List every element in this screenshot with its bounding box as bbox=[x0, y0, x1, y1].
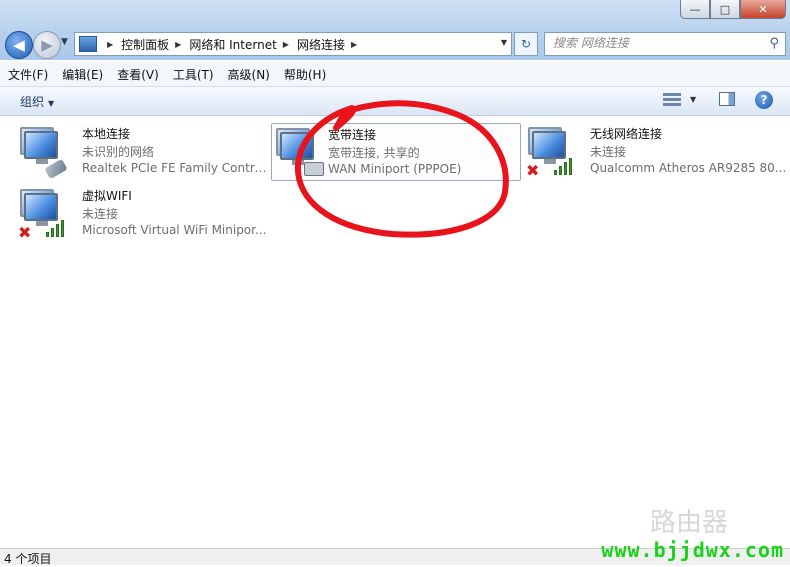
connection-status: 未识别的网络 bbox=[82, 145, 155, 159]
organize-label: 组织 bbox=[20, 95, 45, 109]
connection-status: 未连接 bbox=[590, 145, 627, 159]
change-view-button[interactable] bbox=[663, 92, 681, 108]
forward-button[interactable]: ▶ bbox=[33, 31, 61, 59]
arrow-right-icon: ▶ bbox=[41, 36, 53, 54]
connection-wireless[interactable]: ✖ 无线网络连接 未连接 Qualcomm Atheros AR9285 80.… bbox=[518, 123, 786, 181]
disconnected-x-icon: ✖ bbox=[18, 223, 32, 242]
navigation-bar: ◀ ▶ ▼ ▶ 控制面板 ▶ 网络和 Internet ▶ 网络连接 ▶ ▼ ↻… bbox=[0, 28, 790, 60]
signal-bars-icon bbox=[46, 219, 68, 237]
wireless-network-icon: ✖ bbox=[18, 189, 72, 242]
connection-name: 虚拟WIFI bbox=[82, 189, 132, 203]
preview-pane-button[interactable] bbox=[719, 92, 735, 106]
menu-view[interactable]: 查看(V) bbox=[111, 66, 165, 83]
maximize-button[interactable]: □ bbox=[710, 0, 740, 19]
broadband-icon bbox=[276, 128, 328, 178]
close-button[interactable]: ✕ bbox=[740, 0, 786, 19]
breadcrumb-network-internet[interactable]: 网络和 Internet bbox=[189, 36, 276, 53]
item-count: 4 个项目 bbox=[4, 552, 52, 566]
recent-pages-dropdown[interactable]: ▼ bbox=[61, 37, 68, 47]
menu-bar: 文件(F) 编辑(E) 查看(V) 工具(T) 高级(N) 帮助(H) bbox=[0, 62, 790, 87]
view-options-dropdown[interactable]: ▼ bbox=[690, 95, 696, 104]
connection-virtual-wifi[interactable]: ✖ 虚拟WIFI 未连接 Microsoft Virtual WiFi Mini… bbox=[10, 185, 266, 243]
chevron-right-icon: ▶ bbox=[107, 39, 114, 49]
connection-device: Realtek PCIe FE Family Control... bbox=[82, 161, 272, 175]
back-button[interactable]: ◀ bbox=[5, 31, 33, 59]
connection-name: 宽带连接 bbox=[328, 128, 377, 142]
connection-status: 未连接 bbox=[82, 207, 119, 221]
connection-name: 无线网络连接 bbox=[590, 127, 663, 141]
search-icon[interactable]: ⚲ bbox=[769, 36, 779, 51]
router-logo-watermark: 路由器 bbox=[650, 508, 729, 538]
connection-local[interactable]: 本地连接 未识别的网络 Realtek PCIe FE Family Contr… bbox=[10, 123, 272, 181]
chevron-down-icon: ▼ bbox=[48, 99, 55, 108]
address-history-dropdown[interactable]: ▼ bbox=[501, 38, 507, 47]
breadcrumb-network-connections[interactable]: 网络连接 bbox=[297, 36, 345, 53]
chevron-right-icon: ▶ bbox=[175, 39, 182, 49]
refresh-button[interactable]: ↻ bbox=[514, 32, 538, 56]
menu-advanced[interactable]: 高级(N) bbox=[222, 66, 276, 83]
organize-button[interactable]: 组织 ▼ bbox=[20, 93, 54, 110]
breadcrumb: ▶ 控制面板 ▶ 网络和 Internet ▶ 网络连接 ▶ bbox=[101, 36, 365, 53]
menu-file[interactable]: 文件(F) bbox=[2, 66, 54, 83]
connection-broadband[interactable]: 宽带连接 宽带连接, 共享的 WAN Miniport (PPPOE) bbox=[271, 123, 521, 181]
chevron-right-icon: ▶ bbox=[350, 39, 358, 49]
search-box: ⚲ bbox=[544, 32, 786, 56]
window-controls: — □ ✕ bbox=[680, 0, 786, 19]
control-panel-icon bbox=[79, 36, 97, 52]
menu-help[interactable]: 帮助(H) bbox=[278, 66, 332, 83]
connections-list: 本地连接 未识别的网络 Realtek PCIe FE Family Contr… bbox=[0, 116, 790, 548]
chevron-down-icon: ▼ bbox=[61, 37, 68, 47]
breadcrumb-control-panel[interactable]: 控制面板 bbox=[121, 36, 169, 53]
title-bar: — □ ✕ bbox=[0, 0, 790, 28]
wireless-network-icon: ✖ bbox=[526, 127, 580, 180]
refresh-icon: ↻ bbox=[520, 37, 532, 51]
view-list-icon bbox=[663, 103, 681, 106]
chevron-right-icon: ▶ bbox=[282, 39, 289, 49]
site-watermark: www.bjjdwx.com bbox=[601, 538, 784, 562]
connection-device: Microsoft Virtual WiFi Minipor... bbox=[82, 223, 267, 237]
signal-bars-icon bbox=[554, 157, 576, 175]
disconnected-x-icon: ✖ bbox=[526, 161, 540, 180]
menu-tools[interactable]: 工具(T) bbox=[167, 66, 220, 83]
help-icon: ? bbox=[760, 93, 768, 107]
connection-device: WAN Miniport (PPPOE) bbox=[328, 162, 462, 176]
connection-device: Qualcomm Atheros AR9285 80... bbox=[590, 161, 787, 175]
command-bar: 组织 ▼ ▼ ? bbox=[0, 87, 790, 116]
view-list-icon bbox=[663, 93, 681, 96]
arrow-left-icon: ◀ bbox=[13, 36, 25, 54]
help-button[interactable]: ? bbox=[755, 91, 773, 109]
menu-edit[interactable]: 编辑(E) bbox=[56, 66, 109, 83]
view-list-icon bbox=[663, 98, 681, 101]
wired-network-icon bbox=[20, 127, 72, 180]
minimize-button[interactable]: — bbox=[680, 0, 710, 19]
connection-status: 宽带连接, 共享的 bbox=[328, 146, 420, 160]
search-input[interactable] bbox=[545, 33, 753, 53]
connection-name: 本地连接 bbox=[82, 127, 131, 141]
address-bar[interactable]: ▶ 控制面板 ▶ 网络和 Internet ▶ 网络连接 ▶ ▼ bbox=[74, 32, 512, 56]
